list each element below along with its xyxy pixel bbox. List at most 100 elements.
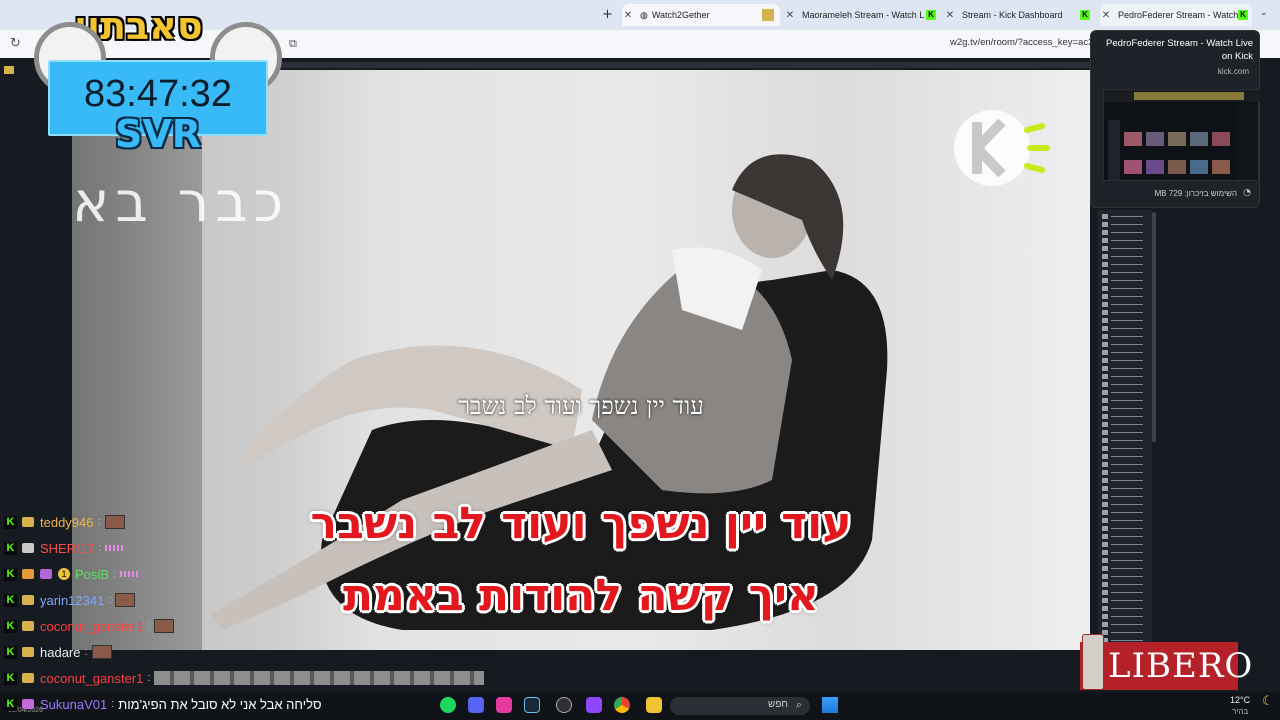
playlist-item[interactable] <box>1102 318 1148 323</box>
thumbnail-icon <box>1102 358 1108 363</box>
playlist-item[interactable] <box>1102 254 1148 259</box>
playlist-item[interactable] <box>1102 486 1148 491</box>
playlist-item[interactable] <box>1102 382 1148 387</box>
close-icon[interactable]: ✕ <box>1100 10 1112 21</box>
playlist-item[interactable] <box>1102 502 1148 507</box>
tab-kick-dashboard[interactable]: ✕ Stream - Kick Dashboard K <box>944 4 1094 26</box>
playlist-item[interactable] <box>1102 398 1148 403</box>
playlist-item[interactable] <box>1102 494 1148 499</box>
tab-maorameleh[interactable]: ✕ Maorameleh Stream - Watch L K <box>784 4 942 26</box>
playlist-item[interactable] <box>1102 566 1148 571</box>
tab-pedrofederer[interactable]: ✕ PedroFederer Stream - Watch L K <box>1100 4 1252 26</box>
playlist-item[interactable] <box>1102 406 1148 411</box>
playlist-item[interactable] <box>1102 358 1148 363</box>
playlist-item[interactable] <box>1102 286 1148 291</box>
playlist-item[interactable] <box>1102 230 1148 235</box>
playlist-item[interactable] <box>1102 414 1148 419</box>
playlist-item[interactable] <box>1102 470 1148 475</box>
chat-username[interactable]: PosiB <box>75 567 109 582</box>
playlist-item[interactable] <box>1102 510 1148 515</box>
playlist-scrollbar[interactable] <box>1152 212 1156 442</box>
playlist-item-title <box>1111 512 1143 513</box>
playlist-item[interactable] <box>1102 350 1148 355</box>
file-explorer-icon[interactable] <box>646 697 662 713</box>
close-icon[interactable]: ✕ <box>944 10 956 21</box>
playlist-item[interactable] <box>1102 542 1148 547</box>
playlist-item[interactable] <box>1102 222 1148 227</box>
reload-icon[interactable]: ↻ <box>10 36 21 51</box>
playlist-item[interactable] <box>1102 246 1148 251</box>
video-player[interactable]: עוד יין נשפך ועוד לב נשבר עוד יין נשפך ו… <box>72 70 1090 650</box>
playlist-item[interactable] <box>1102 478 1148 483</box>
weather-temp[interactable]: 12°C <box>1230 695 1250 705</box>
playlist-item[interactable] <box>1102 558 1148 563</box>
chat-username[interactable]: coconut_ganster1 <box>40 671 143 686</box>
playlist-item[interactable] <box>1102 630 1148 635</box>
close-icon[interactable]: ✕ <box>622 10 634 21</box>
playlist-item-title <box>1111 384 1143 385</box>
playlist-item[interactable] <box>1102 374 1148 379</box>
hover-card-memory: השימוש בזיכרון: 729 MB <box>1154 189 1237 198</box>
steam-icon[interactable] <box>524 697 540 713</box>
obs-icon[interactable] <box>556 697 572 713</box>
playlist-item[interactable] <box>1102 550 1148 555</box>
playlist-item-title <box>1111 296 1143 297</box>
new-tab-button[interactable]: + <box>602 7 613 22</box>
playlist-item[interactable] <box>1102 582 1148 587</box>
url-field[interactable]: w2g.tv/en/room/?access_key=ac3 <box>950 37 1093 48</box>
playlist-item-title <box>1111 584 1143 585</box>
playlist-item[interactable] <box>1102 422 1148 427</box>
playlist-item[interactable] <box>1102 310 1148 315</box>
playlist-item[interactable] <box>1102 270 1148 275</box>
playlist-item[interactable] <box>1102 462 1148 467</box>
thumbnail-icon <box>1102 510 1108 515</box>
subscriber-badge-icon <box>22 543 34 553</box>
discord-icon[interactable] <box>468 697 484 713</box>
playlist-item[interactable] <box>1102 574 1148 579</box>
chat-username[interactable]: coconut_ganster1 <box>40 619 143 634</box>
playlist-item[interactable] <box>1102 606 1148 611</box>
playlist-item[interactable] <box>1102 262 1148 267</box>
playlist-item-title <box>1111 560 1143 561</box>
tab-list-chevron-icon[interactable]: ⌄ <box>1260 8 1268 18</box>
playlist-item[interactable] <box>1102 598 1148 603</box>
chat-username[interactable]: teddy946 <box>40 515 94 530</box>
taskbar-search[interactable]: חפש ⌕ <box>670 697 810 715</box>
playlist-item-title <box>1111 616 1143 617</box>
playlist-item[interactable] <box>1102 342 1148 347</box>
chrome-icon[interactable] <box>614 697 630 713</box>
chat-username[interactable]: SHERI17 <box>40 541 94 556</box>
site-settings-icon[interactable]: ⧉ <box>289 37 297 51</box>
playlist-item[interactable] <box>1102 366 1148 371</box>
playlist-item[interactable] <box>1102 430 1148 435</box>
playlist-panel[interactable] <box>1098 210 1152 650</box>
spotify-icon[interactable] <box>440 697 456 713</box>
playlist-item[interactable] <box>1102 614 1148 619</box>
playlist-item[interactable] <box>1102 294 1148 299</box>
playlist-item[interactable] <box>1102 438 1148 443</box>
playlist-item[interactable] <box>1102 454 1148 459</box>
playlist-item[interactable] <box>1102 326 1148 331</box>
playlist-item[interactable] <box>1102 590 1148 595</box>
chat-username[interactable]: yarin12341 <box>40 593 104 608</box>
playlist-item[interactable] <box>1102 302 1148 307</box>
playlist-item[interactable] <box>1102 214 1148 219</box>
playlist-item[interactable] <box>1102 334 1148 339</box>
windows-start-icon[interactable] <box>822 697 838 713</box>
playlist-item[interactable] <box>1102 534 1148 539</box>
playlist-item[interactable] <box>1102 278 1148 283</box>
close-icon[interactable]: ✕ <box>784 10 796 21</box>
app-purple-icon[interactable] <box>586 697 602 713</box>
playlist-item[interactable] <box>1102 446 1148 451</box>
tab-watch2gether[interactable]: ✕ ◍ Watch2Gether <box>622 4 780 26</box>
thumbnail-icon <box>1102 502 1108 507</box>
chat-username[interactable]: SukunaV01 <box>40 697 107 712</box>
playlist-item[interactable] <box>1102 622 1148 627</box>
chat-username[interactable]: hadare <box>40 645 80 660</box>
subscriber-badge-icon <box>22 517 34 527</box>
playlist-item[interactable] <box>1102 526 1148 531</box>
app-pink-icon[interactable] <box>496 697 512 713</box>
playlist-item[interactable] <box>1102 238 1148 243</box>
playlist-item[interactable] <box>1102 518 1148 523</box>
playlist-item[interactable] <box>1102 390 1148 395</box>
